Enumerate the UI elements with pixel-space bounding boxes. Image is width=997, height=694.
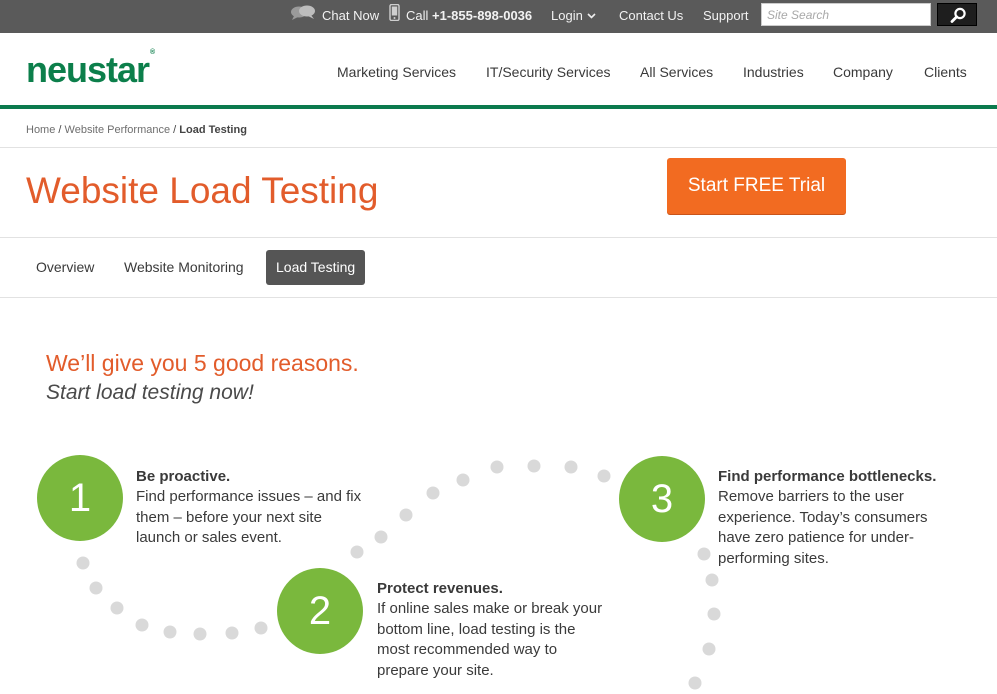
step-1-body: Find performance issues – and fix them –… [136,487,361,549]
step-1-line: launch or sales event. [136,529,282,546]
step-1-line: them – before your next site [136,508,322,526]
step-2-line: most recommended way to [377,641,558,658]
step-2-line: prepare your site. [377,661,494,679]
step-3-line: experience. Today’s consumers [718,508,928,526]
step-3-line: Remove barriers to the user [718,488,904,505]
step-3-line: performing sites. [718,549,829,567]
step-3-body: Remove barriers to the user experience. … [718,487,928,569]
step-2-line: If online sales make or break your [377,600,603,617]
step-2-line: bottom line, load testing is the [377,620,576,638]
step-2-body: If online sales make or break your botto… [377,599,602,681]
step-2-title: Protect revenues. [377,580,503,597]
step-3-line: have zero patience for under- [718,529,914,546]
step-2-badge: 2 [277,568,363,654]
step-1-line: Find performance issues – and fix [136,488,362,505]
step-3-title: Find performance bottlenecks. [718,468,937,485]
step-3-badge: 3 [619,456,705,542]
step-1-badge: 1 [37,455,123,541]
step-1-title: Be proactive. [136,468,231,485]
